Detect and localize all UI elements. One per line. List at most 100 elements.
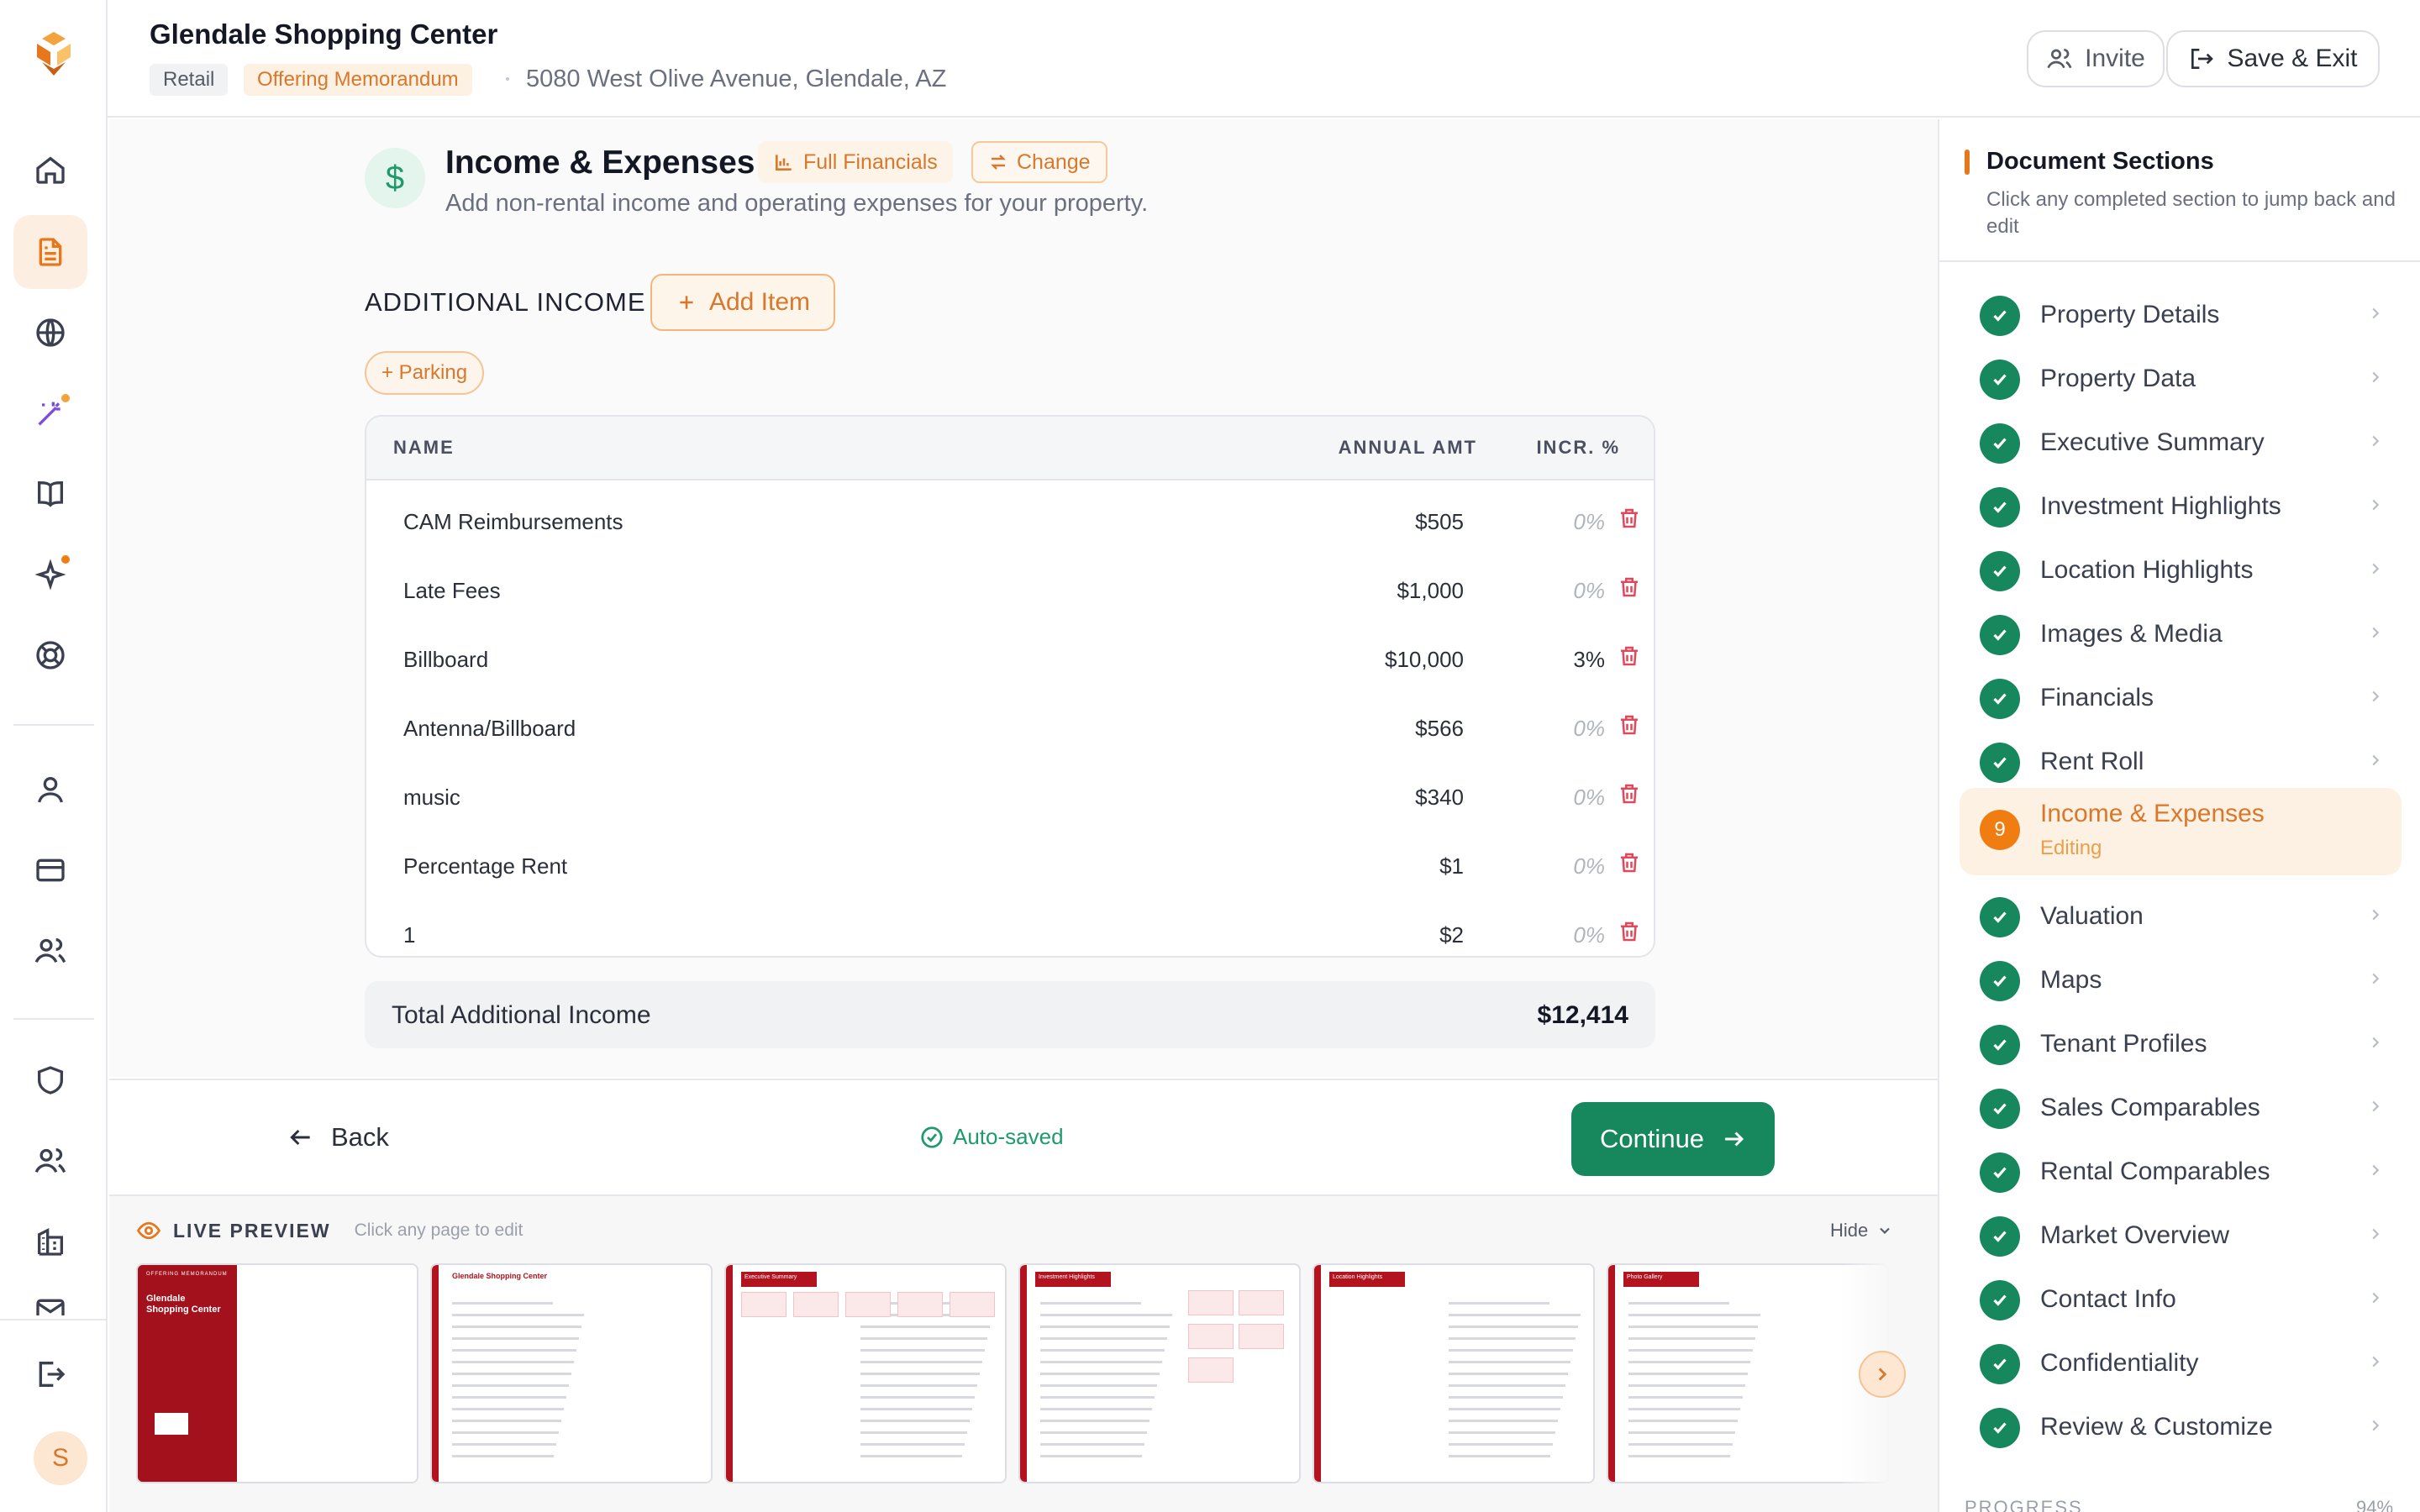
income-amount[interactable]: $566 bbox=[1291, 716, 1464, 742]
section-item[interactable]: 9 Income & Expenses Editing bbox=[1960, 788, 2402, 875]
income-name[interactable]: music bbox=[403, 785, 460, 811]
completed-check-icon bbox=[1980, 423, 2020, 464]
income-amount[interactable]: $505 bbox=[1291, 509, 1464, 535]
section-item[interactable]: Review & Customize bbox=[1960, 1396, 2402, 1460]
trash-icon[interactable] bbox=[1617, 575, 1642, 600]
section-item[interactable]: Property Data bbox=[1960, 348, 2402, 412]
page-text-line bbox=[452, 1361, 574, 1363]
change-mode-button[interactable]: Change bbox=[971, 141, 1107, 183]
section-item[interactable]: Images & Media bbox=[1960, 603, 2402, 667]
trash-icon[interactable] bbox=[1617, 506, 1642, 531]
section-item[interactable]: Sales Comparables bbox=[1960, 1077, 2402, 1141]
income-amount[interactable]: $1 bbox=[1291, 853, 1464, 879]
trash-icon[interactable] bbox=[1617, 850, 1642, 875]
suggestion-chip-parking[interactable]: + Parking bbox=[365, 351, 485, 395]
trash-icon[interactable] bbox=[1617, 919, 1642, 944]
invite-label: Invite bbox=[2085, 45, 2145, 72]
nav-profile[interactable] bbox=[13, 753, 87, 827]
section-title: Income & Expenses bbox=[445, 144, 755, 181]
section-item[interactable]: Location Highlights bbox=[1960, 539, 2402, 603]
nav-globe[interactable] bbox=[13, 296, 87, 370]
section-item[interactable]: Executive Summary bbox=[1960, 412, 2402, 475]
preview-page-thumbnail[interactable]: Location Highlights bbox=[1313, 1263, 1595, 1483]
nav-home[interactable] bbox=[13, 133, 87, 207]
nav-properties[interactable] bbox=[13, 1205, 87, 1278]
nav-ai-tools[interactable] bbox=[13, 376, 87, 450]
nav-security[interactable] bbox=[13, 1043, 87, 1117]
income-name[interactable]: 1 bbox=[403, 922, 415, 948]
income-name[interactable]: Antenna/Billboard bbox=[403, 716, 576, 742]
section-item[interactable]: Rental Comparables bbox=[1960, 1141, 2402, 1205]
nav-mail[interactable] bbox=[13, 1282, 87, 1315]
income-name[interactable]: CAM Reimbursements bbox=[403, 509, 623, 535]
nav-team[interactable] bbox=[13, 1124, 87, 1198]
page-text-line bbox=[860, 1349, 985, 1352]
income-amount[interactable]: $10,000 bbox=[1291, 647, 1464, 673]
table-row[interactable]: Billboard $10,000 3% bbox=[366, 625, 1654, 694]
table-row[interactable]: CAM Reimbursements $505 0% bbox=[366, 487, 1654, 556]
section-item[interactable]: Property Details bbox=[1960, 284, 2402, 348]
section-item[interactable]: Market Overview bbox=[1960, 1205, 2402, 1268]
trash-icon[interactable] bbox=[1617, 781, 1642, 806]
total-additional-income: Total Additional Income $12,414 bbox=[365, 981, 1655, 1048]
income-increase[interactable]: 0% bbox=[1526, 785, 1605, 811]
income-increase[interactable]: 0% bbox=[1526, 509, 1605, 535]
section-item[interactable]: Confidentiality bbox=[1960, 1332, 2402, 1396]
income-amount[interactable]: $1,000 bbox=[1291, 578, 1464, 604]
income-increase[interactable]: 0% bbox=[1526, 716, 1605, 742]
income-increase[interactable]: 3% bbox=[1526, 647, 1605, 673]
app-logo[interactable] bbox=[29, 29, 79, 79]
income-name[interactable]: Percentage Rent bbox=[403, 853, 567, 879]
income-increase[interactable]: 0% bbox=[1526, 578, 1605, 604]
financials-mode-badge[interactable]: Full Financials bbox=[758, 141, 953, 183]
trash-icon[interactable] bbox=[1617, 712, 1642, 738]
income-name[interactable]: Billboard bbox=[403, 647, 488, 673]
income-amount[interactable]: $2 bbox=[1291, 922, 1464, 948]
nav-logout[interactable] bbox=[13, 1337, 87, 1411]
preview-page-thumbnail[interactable]: OFFERING MEMORANDUM Glendale Shopping Cen… bbox=[136, 1263, 418, 1483]
section-item[interactable]: Maps bbox=[1960, 949, 2402, 1013]
top-header: Glendale Shopping Center Retail Offering… bbox=[108, 0, 2420, 118]
table-row[interactable]: Late Fees $1,000 0% bbox=[366, 556, 1654, 625]
back-button[interactable]: Back bbox=[287, 1122, 389, 1152]
nav-documents[interactable] bbox=[13, 215, 87, 289]
invite-button[interactable]: Invite bbox=[2027, 30, 2165, 87]
section-item[interactable]: Contact Info bbox=[1960, 1268, 2402, 1332]
section-item[interactable]: Tenant Profiles bbox=[1960, 1013, 2402, 1077]
progress-label: PROGRESS bbox=[1965, 1497, 2083, 1512]
trash-icon[interactable] bbox=[1617, 643, 1642, 669]
section-item[interactable]: Investment Highlights bbox=[1960, 475, 2402, 539]
preview-page-thumbnail[interactable]: Glendale Shopping Center bbox=[430, 1263, 713, 1483]
hide-preview-toggle[interactable]: Hide bbox=[1830, 1220, 1893, 1242]
completed-check-icon bbox=[1980, 615, 2020, 655]
nav-library[interactable] bbox=[13, 457, 87, 531]
table-row[interactable]: 1 $2 0% bbox=[366, 900, 1654, 956]
chevron-right-icon bbox=[2366, 969, 2385, 988]
nav-contacts[interactable] bbox=[13, 914, 87, 988]
nav-billing[interactable] bbox=[13, 833, 87, 907]
preview-page-thumbnail[interactable]: Executive Summary bbox=[724, 1263, 1007, 1483]
preview-page-thumbnail[interactable]: Investment Highlights bbox=[1018, 1263, 1301, 1483]
table-row[interactable]: music $340 0% bbox=[366, 763, 1654, 832]
preview-next-button[interactable] bbox=[1859, 1351, 1906, 1398]
income-increase[interactable]: 0% bbox=[1526, 922, 1605, 948]
table-row[interactable]: Percentage Rent $1 0% bbox=[366, 832, 1654, 900]
income-name[interactable]: Late Fees bbox=[403, 578, 501, 604]
table-row[interactable]: Antenna/Billboard $566 0% bbox=[366, 694, 1654, 763]
section-item[interactable]: Financials bbox=[1960, 667, 2402, 731]
chevron-right-icon bbox=[2366, 368, 2385, 386]
income-amount[interactable]: $340 bbox=[1291, 785, 1464, 811]
nav-highlights[interactable] bbox=[13, 538, 87, 612]
save-exit-button[interactable]: Save & Exit bbox=[2166, 30, 2380, 87]
add-item-button[interactable]: Add Item bbox=[650, 274, 835, 331]
section-item[interactable]: Valuation bbox=[1960, 885, 2402, 949]
continue-button[interactable]: Continue bbox=[1571, 1102, 1775, 1176]
section-item[interactable]: Rent Roll bbox=[1960, 731, 2402, 795]
income-increase[interactable]: 0% bbox=[1526, 853, 1605, 879]
rail-divider bbox=[0, 1319, 108, 1320]
nav-support[interactable] bbox=[13, 618, 87, 692]
chevron-right-icon bbox=[1871, 1363, 1893, 1385]
page-text-line bbox=[452, 1396, 566, 1399]
page-text-line bbox=[1449, 1443, 1553, 1446]
user-avatar[interactable]: S bbox=[34, 1431, 87, 1485]
